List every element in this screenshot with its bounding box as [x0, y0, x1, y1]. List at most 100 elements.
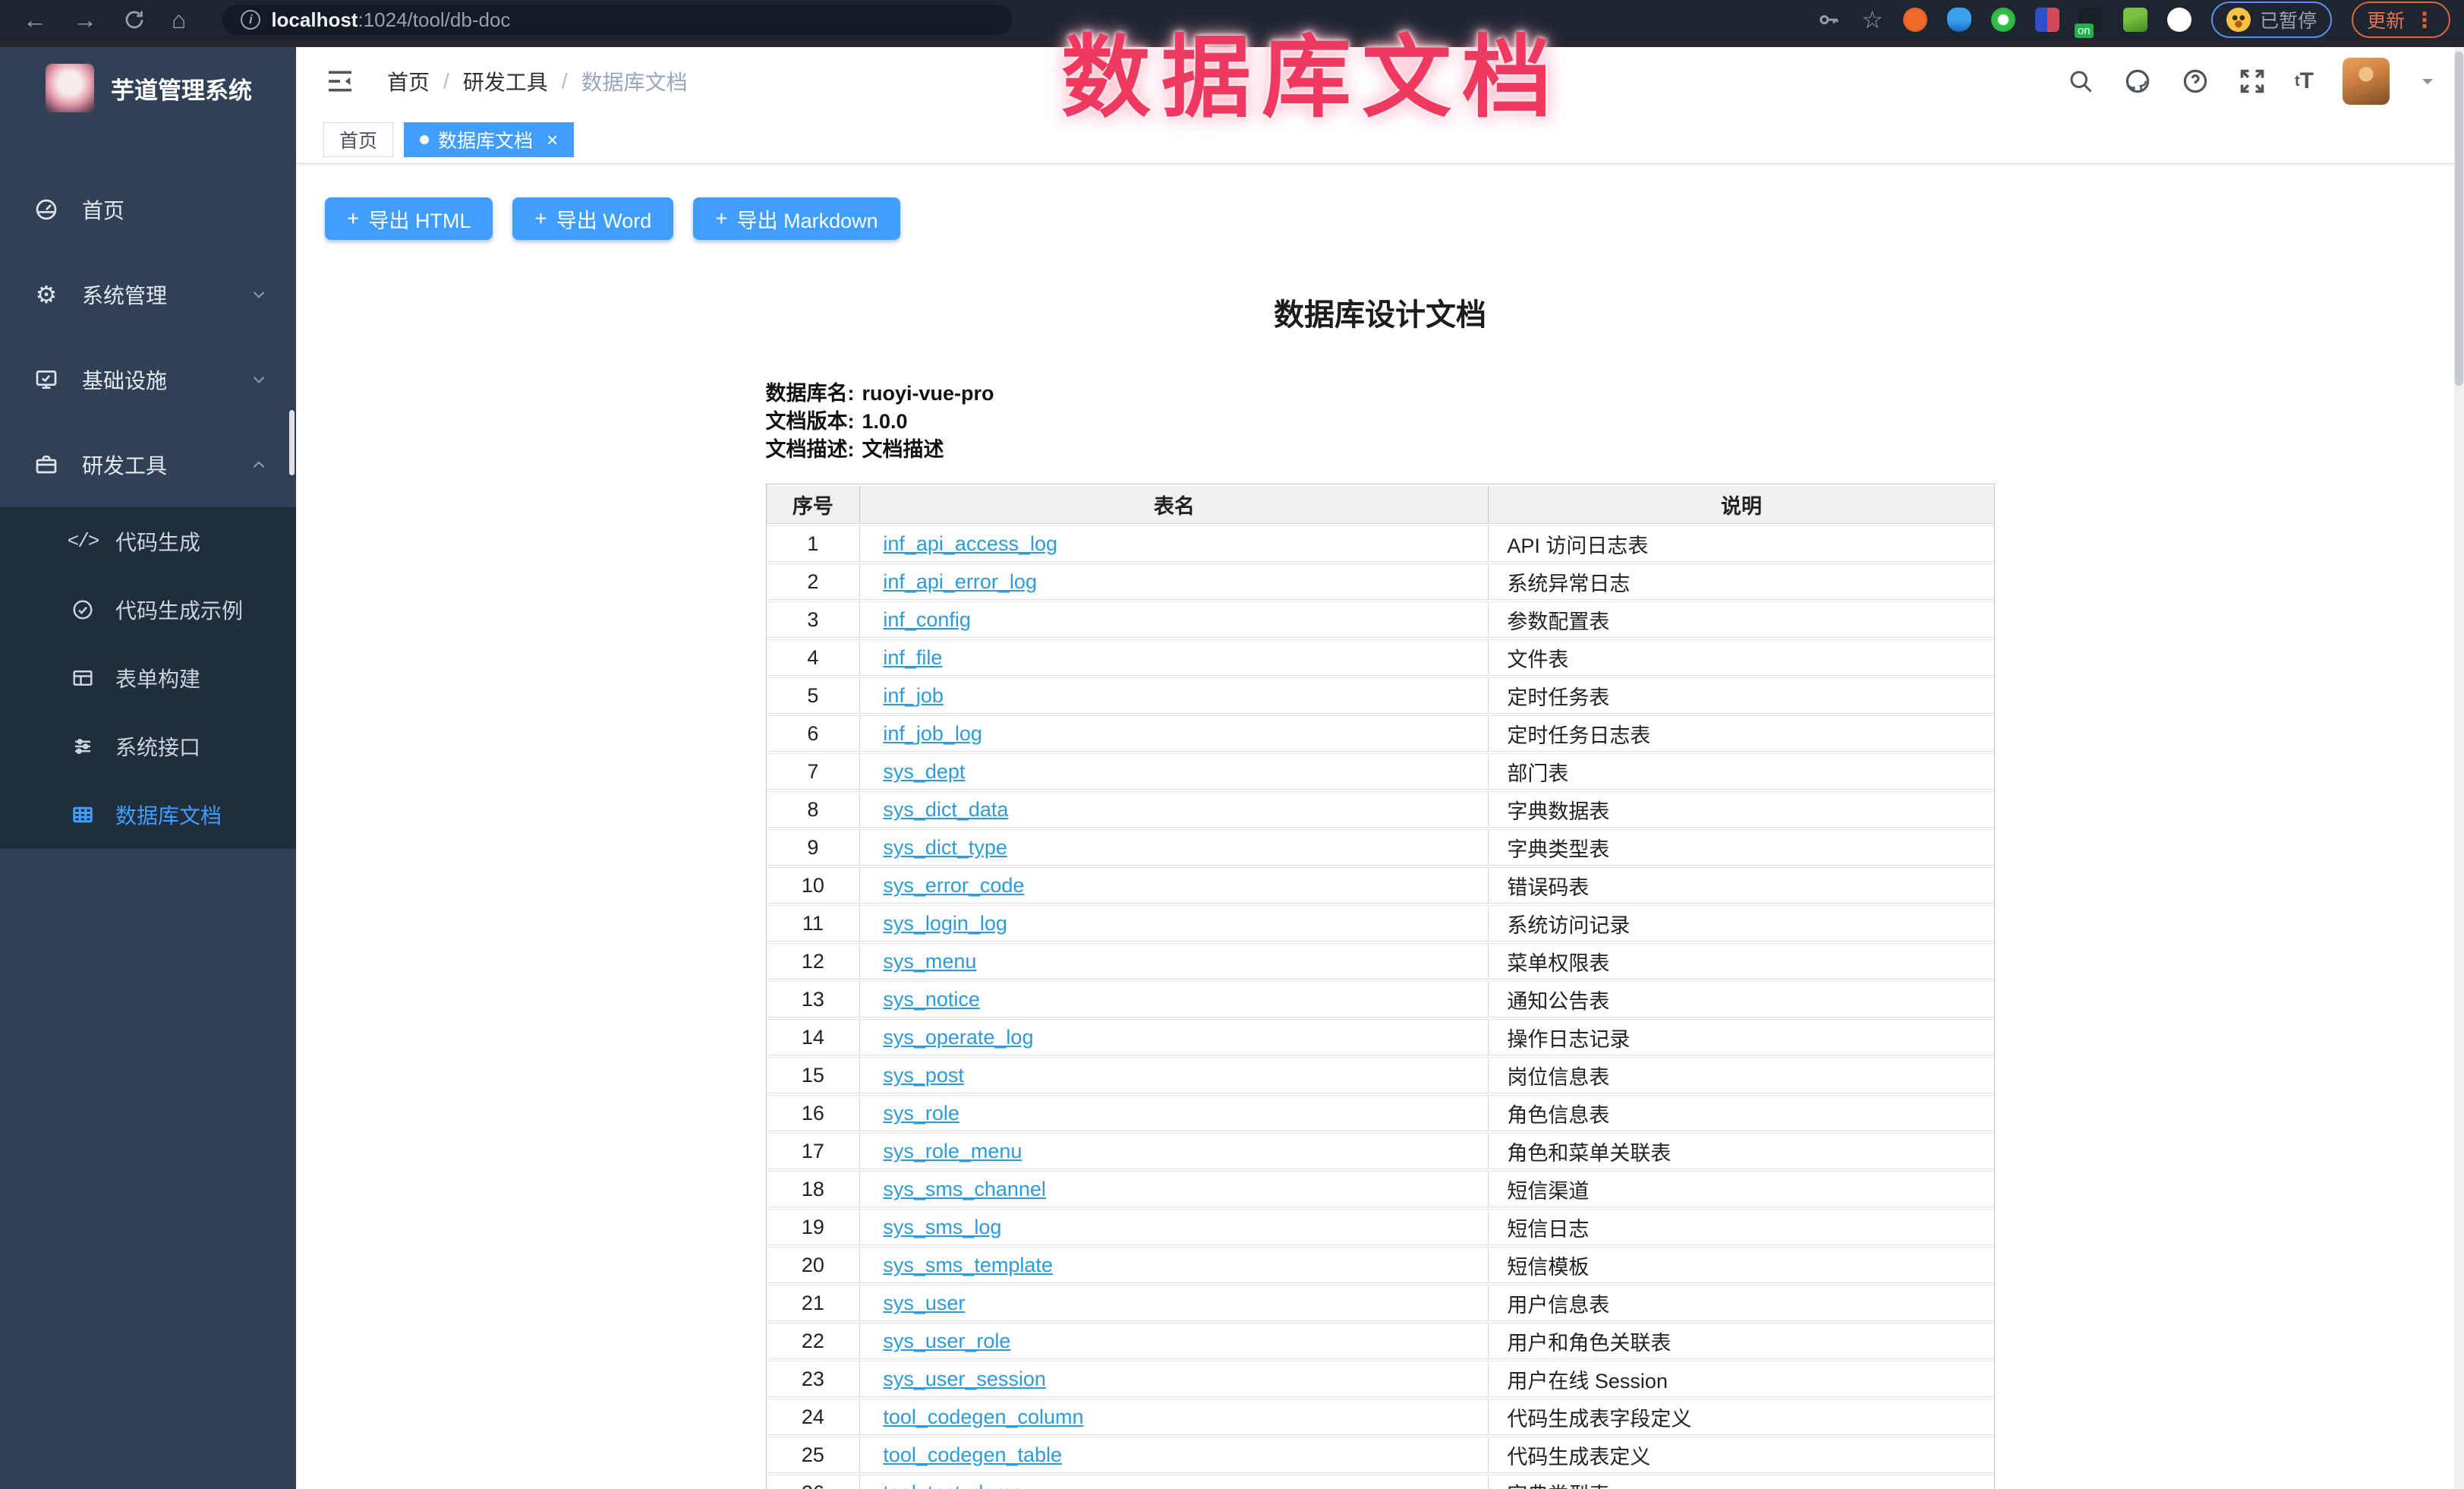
table-name-link[interactable]: sys_menu — [883, 950, 976, 973]
browser-back-icon[interactable]: ← — [23, 8, 47, 32]
bookmark-star-icon[interactable]: ☆ — [1861, 8, 1883, 32]
extension-icon-4[interactable] — [2035, 8, 2059, 32]
row-index: 14 — [767, 1019, 861, 1055]
browser-reload-icon[interactable] — [123, 8, 146, 31]
sidebar-item-infrastructure[interactable]: 基础设施 — [0, 337, 296, 422]
table-row: 18 sys_sms_channel 短信渠道 — [767, 1171, 1994, 1207]
tag-db-doc[interactable]: 数据库文档 × — [404, 122, 574, 157]
row-index: 2 — [767, 563, 861, 600]
table-row: 19 sys_sms_log 短信日志 — [767, 1209, 1994, 1245]
table-description: 通知公告表 — [1489, 981, 1993, 1017]
table-name-link[interactable]: sys_user_role — [883, 1330, 1010, 1352]
sliders-icon — [70, 735, 96, 758]
meta-label: 数据库名: — [766, 382, 855, 405]
table-name-link[interactable]: sys_login_log — [883, 912, 1007, 935]
table-name-link[interactable]: sys_role_menu — [883, 1140, 1022, 1162]
sidebar-collapse-icon[interactable] — [325, 66, 355, 96]
monitor-icon — [33, 368, 59, 392]
table-name-link[interactable]: sys_operate_log — [883, 1026, 1033, 1049]
page-scrollbar-track[interactable] — [2454, 47, 2464, 1489]
plus-icon: + — [534, 207, 547, 231]
sidebar-item-db-doc[interactable]: 数据库文档 — [0, 781, 296, 849]
password-key-icon[interactable] — [1817, 8, 1842, 32]
profile-paused-chip[interactable]: 已暂停 — [2211, 2, 2332, 38]
paused-label: 已暂停 — [2260, 6, 2317, 33]
extension-icon-6[interactable] — [2123, 8, 2147, 32]
table-name-link[interactable]: inf_file — [883, 646, 942, 669]
browser-forward-icon[interactable]: → — [73, 8, 97, 32]
extension-icon-3[interactable] — [1991, 8, 2015, 32]
table-name-link[interactable]: tool_test_demo — [883, 1481, 1023, 1489]
breadcrumb-home[interactable]: 首页 — [387, 66, 430, 96]
table-name-link[interactable]: sys_sms_template — [883, 1254, 1053, 1276]
page-content: + 导出 HTML + 导出 Word + 导出 Markdown 数据库设计文… — [296, 164, 2464, 1489]
breadcrumb-current: 数据库文档 — [581, 66, 688, 96]
export-markdown-button[interactable]: + 导出 Markdown — [693, 197, 900, 240]
browser-update-chip[interactable]: 更新 ⋮ — [2352, 2, 2450, 38]
close-icon[interactable]: × — [547, 130, 558, 150]
table-name-link[interactable]: sys_error_code — [883, 874, 1024, 897]
address-bar[interactable]: i localhost:1024/tool/db-doc — [222, 5, 1012, 35]
app-logo-row[interactable]: 芋道管理系统 — [0, 47, 296, 128]
export-word-button[interactable]: + 导出 Word — [512, 197, 673, 240]
sidebar-scrollbar-thumb[interactable] — [289, 410, 295, 475]
table-row: 10 sys_error_code 错误码表 — [767, 867, 1994, 904]
table-name-link[interactable]: tool_codegen_column — [883, 1405, 1083, 1428]
site-info-icon[interactable]: i — [241, 10, 260, 30]
help-icon[interactable] — [2181, 67, 2210, 96]
sidebar-item-system-api[interactable]: 系统接口 — [0, 712, 296, 781]
table-row: 25 tool_codegen_table 代码生成表定义 — [767, 1437, 1994, 1473]
font-size-icon[interactable]: tT — [2295, 68, 2314, 94]
table-name-link[interactable]: sys_dict_type — [883, 836, 1007, 859]
table-name-link[interactable]: sys_sms_channel — [883, 1178, 1046, 1200]
column-header-description: 说明 — [1489, 486, 1993, 524]
row-index: 17 — [767, 1133, 861, 1169]
sidebar-item-form-builder[interactable]: 表单构建 — [0, 644, 296, 712]
table-row: 5 inf_job 定时任务表 — [767, 677, 1994, 714]
table-name-link[interactable]: sys_dept — [883, 760, 965, 783]
sidebar-item-code-generation[interactable]: </> 代码生成 — [0, 507, 296, 576]
meta-doc-description: 文档描述:文档描述 — [766, 436, 1995, 464]
sidebar-item-system-mgmt[interactable]: ⚙ 系统管理 — [0, 252, 296, 337]
table-name-link[interactable]: inf_api_error_log — [883, 570, 1037, 593]
tag-home[interactable]: 首页 — [323, 122, 393, 157]
fullscreen-icon[interactable] — [2239, 68, 2266, 95]
table-row: 12 sys_menu 菜单权限表 — [767, 943, 1994, 980]
caret-down-icon[interactable] — [2418, 72, 2437, 90]
table-name-link[interactable]: inf_config — [883, 608, 971, 631]
table-description: 用户信息表 — [1489, 1285, 1993, 1321]
browser-menu-icon[interactable]: ⋮ — [2414, 8, 2435, 33]
user-avatar[interactable] — [2343, 58, 2390, 105]
extension-icon-1[interactable] — [1903, 8, 1927, 32]
table-name-link[interactable]: sys_user_session — [883, 1368, 1046, 1390]
sidebar-item-label: 研发工具 — [82, 450, 167, 480]
row-index: 10 — [767, 867, 861, 904]
table-name-link[interactable]: tool_codegen_table — [883, 1443, 1062, 1466]
export-html-button[interactable]: + 导出 HTML — [325, 197, 493, 240]
extension-icon-5[interactable]: on — [2079, 8, 2103, 32]
sidebar-item-dev-tools[interactable]: 研发工具 — [0, 422, 296, 507]
extension-icon-2[interactable] — [1947, 8, 1971, 32]
gear-icon: ⚙ — [33, 280, 59, 309]
table-name-link[interactable]: sys_notice — [883, 988, 980, 1011]
table-name-link[interactable]: sys_sms_log — [883, 1216, 1001, 1238]
window-edge — [0, 39, 2464, 47]
table-name-link[interactable]: inf_job — [883, 684, 944, 707]
doc-meta: 数据库名:ruoyi-vue-pro 文档版本:1.0.0 文档描述:文档描述 — [766, 380, 1995, 464]
row-index: 16 — [767, 1095, 861, 1131]
table-name-link[interactable]: inf_job_log — [883, 722, 982, 745]
github-icon[interactable] — [2123, 67, 2152, 96]
table-name-link[interactable]: sys_user — [883, 1292, 965, 1314]
browser-home-icon[interactable]: ⌂ — [172, 8, 186, 32]
table-name-link[interactable]: sys_dict_data — [883, 798, 1008, 821]
page-scrollbar-thumb[interactable] — [2455, 52, 2463, 386]
sidebar-item-home[interactable]: 首页 — [0, 167, 296, 252]
table-description: 错误码表 — [1489, 867, 1993, 904]
sidebar-item-codegen-example[interactable]: 代码生成示例 — [0, 576, 296, 644]
table-description: 岗位信息表 — [1489, 1057, 1993, 1093]
search-icon[interactable] — [2067, 68, 2094, 95]
table-name-link[interactable]: sys_post — [883, 1064, 964, 1087]
table-name-link[interactable]: sys_role — [883, 1102, 959, 1125]
table-name-link[interactable]: inf_api_access_log — [883, 532, 1057, 555]
extension-icon-7[interactable] — [2167, 8, 2191, 32]
